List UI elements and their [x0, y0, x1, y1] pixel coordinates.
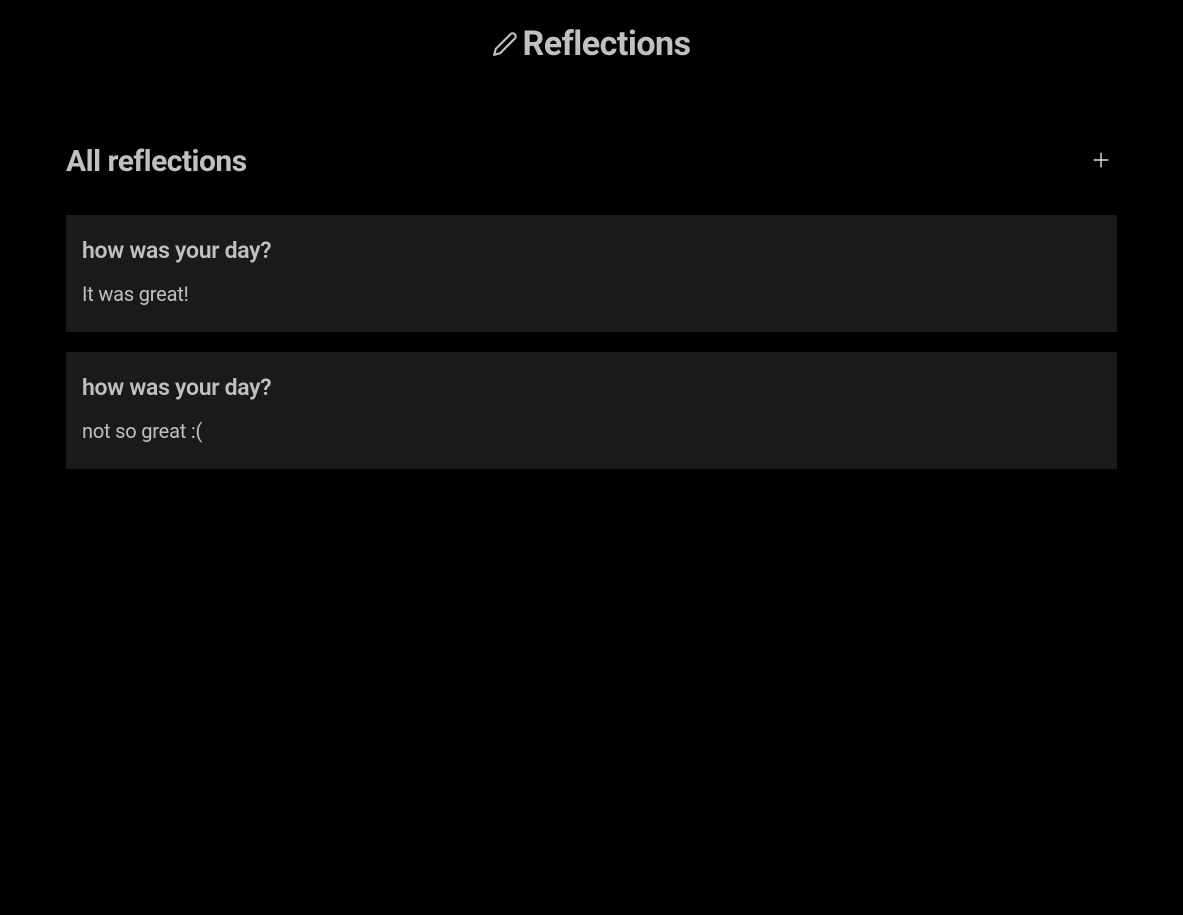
app-header: Reflections — [0, 0, 1183, 104]
add-reflection-button[interactable] — [1085, 144, 1117, 179]
main-content: All reflections how was your day? It was… — [0, 144, 1183, 469]
reflection-card[interactable]: how was your day? not so great :( — [66, 352, 1117, 469]
reflection-list: how was your day? It was great! how was … — [66, 215, 1117, 469]
reflection-card[interactable]: how was your day? It was great! — [66, 215, 1117, 332]
pencil-icon — [492, 31, 518, 57]
reflection-question: how was your day? — [82, 237, 1101, 264]
section-title: All reflections — [66, 144, 247, 179]
plus-icon — [1091, 150, 1111, 173]
reflection-question: how was your day? — [82, 374, 1101, 401]
reflection-answer: It was great! — [82, 282, 1101, 306]
section-header: All reflections — [66, 144, 1117, 179]
app-title: Reflections — [522, 24, 690, 64]
reflection-answer: not so great :( — [82, 419, 1101, 443]
